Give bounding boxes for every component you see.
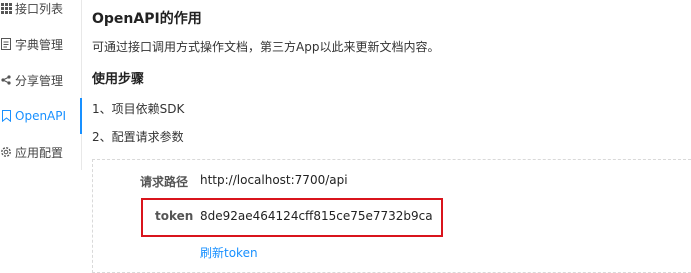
document-icon <box>0 38 12 50</box>
share-icon <box>0 74 12 86</box>
steps-heading: 使用步骤 <box>92 72 145 87</box>
sidebar-item-openapi[interactable]: OpenAPI <box>0 106 82 126</box>
request-path-value: http://localhost:7700/api <box>200 173 348 187</box>
page-description: 可通过接口调用方式操作文档，第三方App以此来更新文档内容。 <box>92 40 440 54</box>
sidebar-item-label: 字典管理 <box>15 37 64 52</box>
gear-icon <box>0 146 12 158</box>
page-title: OpenAPI的作用 <box>92 11 202 27</box>
token-value: 8de92ae464124cff815ce75e7732b9ca <box>200 209 433 223</box>
token-label: token <box>155 209 194 223</box>
request-path-label: 请求路径 <box>140 175 189 189</box>
refresh-token-link[interactable]: 刷新token <box>200 244 258 261</box>
bookmark-icon <box>0 110 12 122</box>
sidebar-item-label: OpenAPI <box>15 109 67 123</box>
sidebar-item-app-config[interactable]: 应用配置 <box>0 142 82 162</box>
active-indicator <box>80 98 82 134</box>
sidebar-item-label: 应用配置 <box>15 145 64 160</box>
openapi-page: 接口列表 字典管理 分享管理 OpenAPI 应用配置 OpenAPI的作用 可… <box>0 0 691 273</box>
sidebar-item-share[interactable]: 分享管理 <box>0 70 82 90</box>
sidebar-item-label: 接口列表 <box>15 1 64 16</box>
sidebar-item-label: 分享管理 <box>15 73 64 88</box>
sidebar-item-api-list[interactable]: 接口列表 <box>0 0 82 18</box>
step-item: 1、项目依赖SDK <box>92 102 185 116</box>
sidebar-item-dictionary[interactable]: 字典管理 <box>0 34 82 54</box>
sidebar: 接口列表 字典管理 分享管理 OpenAPI 应用配置 <box>0 0 82 170</box>
step-item: 2、配置请求参数 <box>92 130 184 144</box>
list-icon <box>0 2 12 14</box>
